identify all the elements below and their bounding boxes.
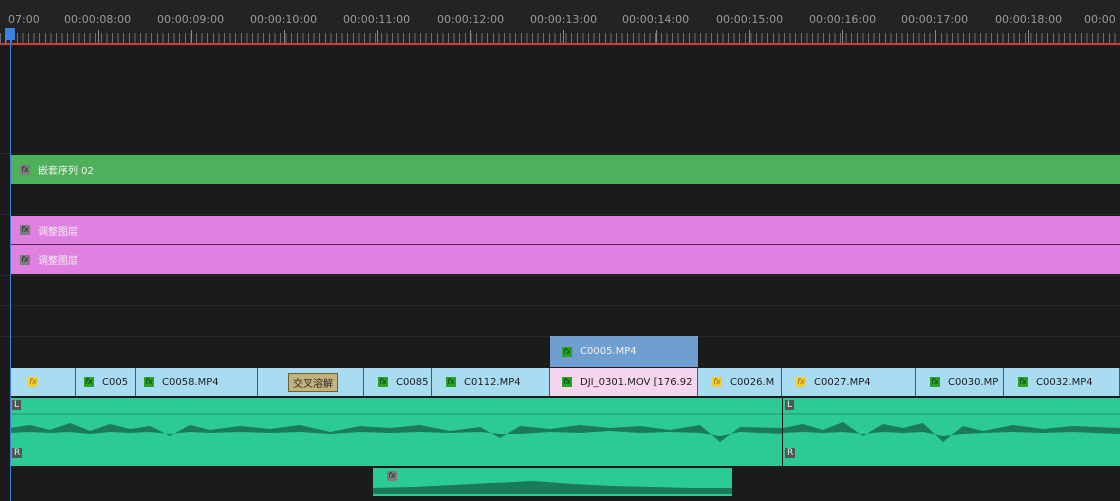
fx-icon: fx xyxy=(378,377,388,387)
video-clip[interactable]: fx C0112.MP4 xyxy=(432,368,550,396)
timecode: 00:00:17:00 xyxy=(901,13,969,26)
clip-label: C0030.MP xyxy=(948,376,999,388)
video-clip[interactable]: fx C0058.MP4 xyxy=(136,368,258,396)
adjustment-layer-clip[interactable]: fx 调整图层 xyxy=(10,245,1120,274)
work-area-bar[interactable] xyxy=(0,43,1120,45)
channel-left-label: L xyxy=(12,400,22,410)
fx-icon: fx xyxy=(446,377,456,387)
audio-waveform xyxy=(373,481,732,494)
clip-label: C0112.MP4 xyxy=(464,376,521,388)
timecode: 00:00:14:00 xyxy=(622,13,690,26)
timecode: 00:00:18:00 xyxy=(995,13,1063,26)
track-divider xyxy=(0,305,1120,306)
fx-icon: fx xyxy=(28,377,38,387)
audio-clip[interactable]: fx xyxy=(373,468,732,496)
timecode: 00:00:16:00 xyxy=(809,13,877,26)
clip-label: C0032.MP4 xyxy=(1036,376,1093,388)
video-clip[interactable]: fx C0027.MP4 xyxy=(782,368,916,396)
fx-icon: fx xyxy=(796,377,806,387)
track-divider xyxy=(0,153,1120,154)
fx-icon: fx xyxy=(20,164,30,175)
fx-icon: fx xyxy=(387,471,397,481)
timecode: 07:00 xyxy=(8,13,40,26)
video-clip[interactable]: fx C0026.M xyxy=(698,368,782,396)
fx-icon: fx xyxy=(1018,377,1028,387)
video-clip[interactable]: 交叉溶解 xyxy=(258,368,364,396)
clip-label: C0027.MP4 xyxy=(814,376,871,388)
clip-label: C005 xyxy=(102,376,129,388)
clip-label: C0026.M xyxy=(730,376,775,388)
audio-clip[interactable]: L R xyxy=(10,398,782,466)
overlay-video-clip[interactable]: fx C0005.MP4 xyxy=(550,336,698,367)
clip-label: DJI_0301.MOV [176.92 xyxy=(580,376,693,388)
timecode: 00:00:09:00 xyxy=(157,13,225,26)
audio-waveform xyxy=(783,413,1120,442)
fx-icon: fx xyxy=(712,377,722,387)
ruler-major-ticks xyxy=(0,30,1120,43)
channel-left-label: L xyxy=(785,400,795,410)
channel-right-label: R xyxy=(785,448,796,458)
timecode: 00:00:12:00 xyxy=(437,13,505,26)
clip-label: C0085 xyxy=(396,376,429,388)
fx-icon: fx xyxy=(144,377,154,387)
adjustment-layer-clip[interactable]: fx 调整图层 xyxy=(10,216,1120,244)
timecode: 00:00:10:00 xyxy=(250,13,318,26)
fx-icon: fx xyxy=(84,377,94,387)
video-clip[interactable]: fx C0032.MP4 xyxy=(1004,368,1120,396)
video-clip[interactable]: fx C005 xyxy=(76,368,136,396)
transition-cross-dissolve[interactable]: 交叉溶解 xyxy=(288,372,338,392)
playhead-handle[interactable] xyxy=(5,28,15,40)
timecode: 00:00 xyxy=(1084,13,1116,26)
track-divider xyxy=(0,275,1120,276)
clip-label: C0005.MP4 xyxy=(580,346,637,357)
fx-icon: fx xyxy=(20,254,30,265)
timecode: 00:00:08:00 xyxy=(64,13,132,26)
track-divider xyxy=(0,214,1120,215)
timecode: 00:00:15:00 xyxy=(716,13,784,26)
clip-label: 嵌套序列 02 xyxy=(38,166,94,177)
clip-label: 调整图层 xyxy=(38,256,78,267)
audio-waveform xyxy=(10,413,782,442)
clip-label: C0058.MP4 xyxy=(162,376,219,388)
video-clip[interactable]: fx C0030.MP xyxy=(916,368,1004,396)
audio-clip[interactable]: L R xyxy=(783,398,1120,466)
timecode: 00:00:11:00 xyxy=(343,13,411,26)
fx-icon: fx xyxy=(562,377,572,387)
nested-sequence-clip[interactable]: fx 嵌套序列 02 xyxy=(10,155,1120,184)
channel-right-label: R xyxy=(12,448,23,458)
fx-icon: fx xyxy=(20,225,30,235)
fx-icon: fx xyxy=(562,346,572,357)
video-clip[interactable]: fx C0085 xyxy=(364,368,432,396)
clip-label: 调整图层 xyxy=(38,226,78,238)
playhead-line xyxy=(10,40,11,501)
video-clip[interactable]: fx xyxy=(10,368,76,396)
fx-icon: fx xyxy=(930,377,940,387)
selected-video-clip[interactable]: fx DJI_0301.MOV [176.92 xyxy=(550,368,698,396)
timecode: 00:00:13:00 xyxy=(530,13,598,26)
